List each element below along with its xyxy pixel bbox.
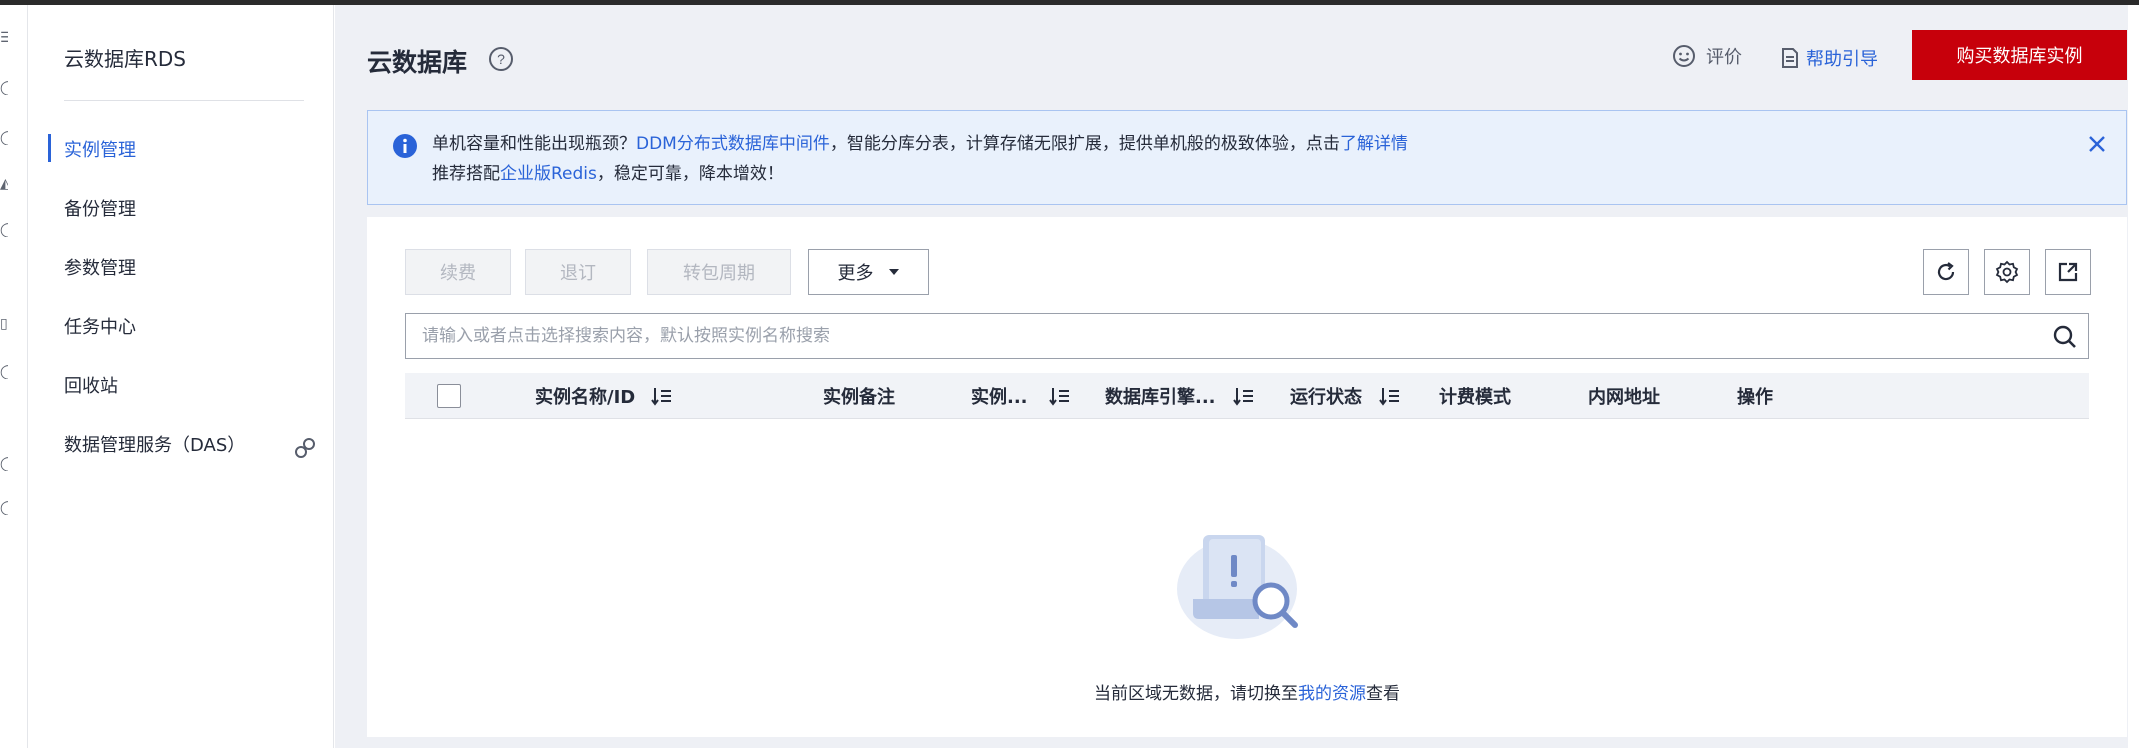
sidebar-item-backup-management[interactable]: 备份管理 — [64, 195, 136, 221]
sidebar-item-task-center[interactable]: 任务中心 — [64, 313, 136, 339]
service-icon[interactable]: ◯ — [0, 365, 8, 379]
info-notice: 单机容量和性能出现瓶颈？DDM分布式数据库中间件，智能分库分表，计算存储无限扩展… — [367, 110, 2127, 205]
caret-down-icon — [888, 269, 899, 275]
column-header-private-ip: 内网地址 — [1588, 387, 1660, 408]
empty-state-illustration — [1177, 535, 1298, 639]
service-icon[interactable]: ◯ — [0, 457, 8, 471]
settings-button[interactable] — [1984, 249, 2030, 295]
instance-list-panel: 续费 退订 转包周期 更多 请输入或者点击选择搜索内容，默认按照实例名称搜索 实… — [367, 217, 2127, 737]
document-icon — [1782, 48, 1798, 68]
smiley-icon — [1673, 45, 1695, 67]
empty-text: 当前区域无数据，请切换至 — [1094, 684, 1298, 704]
refresh-icon — [1937, 262, 1955, 281]
column-header-operation: 操作 — [1737, 387, 1773, 408]
notice-text: 推荐搭配 — [432, 164, 500, 184]
enterprise-redis-link[interactable]: 企业版Redis — [500, 164, 597, 184]
empty-text: 查看 — [1366, 684, 1400, 704]
notice-line-1: 单机容量和性能出现瓶颈？DDM分布式数据库中间件，智能分库分表，计算存储无限扩展… — [432, 129, 1408, 154]
sort-icon[interactable] — [1233, 385, 1255, 407]
ddm-link[interactable]: DDM分布式数据库中间件 — [636, 134, 830, 154]
info-icon — [393, 134, 417, 158]
sidebar: 云数据库RDS 实例管理 备份管理 参数管理 任务中心 回收站 数据管理服务（D… — [28, 5, 334, 748]
buy-instance-button[interactable]: 购买数据库实例 — [1912, 30, 2127, 80]
search-icon[interactable] — [2052, 324, 2078, 350]
table-header: 实例名称/ID 实例备注 实例... 数据库引擎... 运行状态 计费模式 内网… — [405, 373, 2089, 419]
column-header-name-id: 实例名称/ID — [535, 387, 636, 408]
help-guide-link[interactable]: 帮助引导 — [1780, 45, 1878, 71]
column-header-db-engine: 数据库引擎... — [1105, 387, 1216, 408]
empty-state-message: 当前区域无数据，请切换至我的资源查看 — [367, 679, 2127, 704]
menu-icon[interactable]: ☰ — [0, 31, 8, 45]
sidebar-item-instance-management[interactable]: 实例管理 — [64, 136, 136, 162]
select-all-checkbox[interactable] — [437, 384, 461, 408]
unsubscribe-button[interactable]: 退订 — [525, 249, 631, 295]
column-header-status: 运行状态 — [1290, 387, 1362, 408]
more-label: 更多 — [837, 263, 874, 283]
service-icon[interactable]: ◯ — [0, 131, 8, 145]
column-header-remark: 实例备注 — [823, 387, 895, 408]
notice-text: 单机容量和性能出现瓶颈？ — [432, 134, 636, 154]
change-to-periodic-button[interactable]: 转包周期 — [647, 249, 791, 295]
my-resources-link[interactable]: 我的资源 — [1298, 684, 1366, 704]
page-title: 云数据库 — [367, 48, 468, 77]
sort-icon[interactable] — [651, 385, 673, 407]
notice-text: ，智能分库分表，计算存储无限扩展，提供单机般的极致体验，点击 — [829, 134, 1340, 154]
service-icon[interactable]: ◯ — [0, 501, 8, 515]
sort-icon[interactable] — [1049, 385, 1071, 407]
sort-icon[interactable] — [1379, 385, 1401, 407]
active-indicator — [48, 134, 51, 162]
renew-button[interactable]: 续费 — [405, 249, 511, 295]
search-input[interactable] — [422, 314, 2022, 358]
collapsed-service-menu: ☰ ◯ ◯ ◭ ◯ ▯ ◯ ◯ ◯ — [0, 5, 28, 748]
window-right-edge — [2128, 5, 2139, 748]
search-box — [405, 313, 2089, 359]
rate-button[interactable]: 评价 — [1672, 43, 1742, 69]
svg-text:?: ? — [497, 51, 505, 67]
notice-line-2: 推荐搭配企业版Redis，稳定可靠，降本增效！ — [432, 159, 784, 184]
notice-text: ，稳定可靠，降本增效！ — [596, 164, 784, 184]
more-dropdown[interactable]: 更多 — [808, 249, 929, 295]
sidebar-item-parameter-management[interactable]: 参数管理 — [64, 254, 136, 280]
column-header-billing: 计费模式 — [1439, 387, 1511, 408]
gear-icon — [1995, 260, 2019, 284]
sidebar-item-das[interactable]: 数据管理服务（DAS） — [64, 431, 245, 457]
rate-label: 评价 — [1706, 47, 1742, 68]
sidebar-item-recycle-bin[interactable]: 回收站 — [64, 372, 118, 398]
refresh-button[interactable] — [1923, 249, 1969, 295]
question-icon[interactable]: ? — [487, 45, 515, 73]
close-icon[interactable] — [2084, 131, 2110, 157]
learn-more-link[interactable]: 了解详情 — [1340, 134, 1408, 154]
sidebar-title: 云数据库RDS — [64, 47, 186, 71]
external-link-icon[interactable] — [293, 436, 317, 460]
service-icon[interactable]: ▯ — [0, 317, 8, 331]
help-guide-label: 帮助引导 — [1806, 49, 1878, 70]
export-button[interactable] — [2045, 249, 2091, 295]
service-icon[interactable]: ◭ — [0, 177, 8, 191]
column-header-instance-type: 实例... — [971, 387, 1028, 408]
export-icon — [2058, 262, 2078, 282]
sidebar-divider — [64, 100, 304, 101]
service-icon[interactable]: ◯ — [0, 223, 8, 237]
main-content: 云数据库 ? 评价 帮助引导 购买数据库实例 单机容量和性能出现瓶颈？DDM分布… — [335, 5, 2139, 748]
service-icon[interactable]: ◯ — [0, 81, 8, 95]
